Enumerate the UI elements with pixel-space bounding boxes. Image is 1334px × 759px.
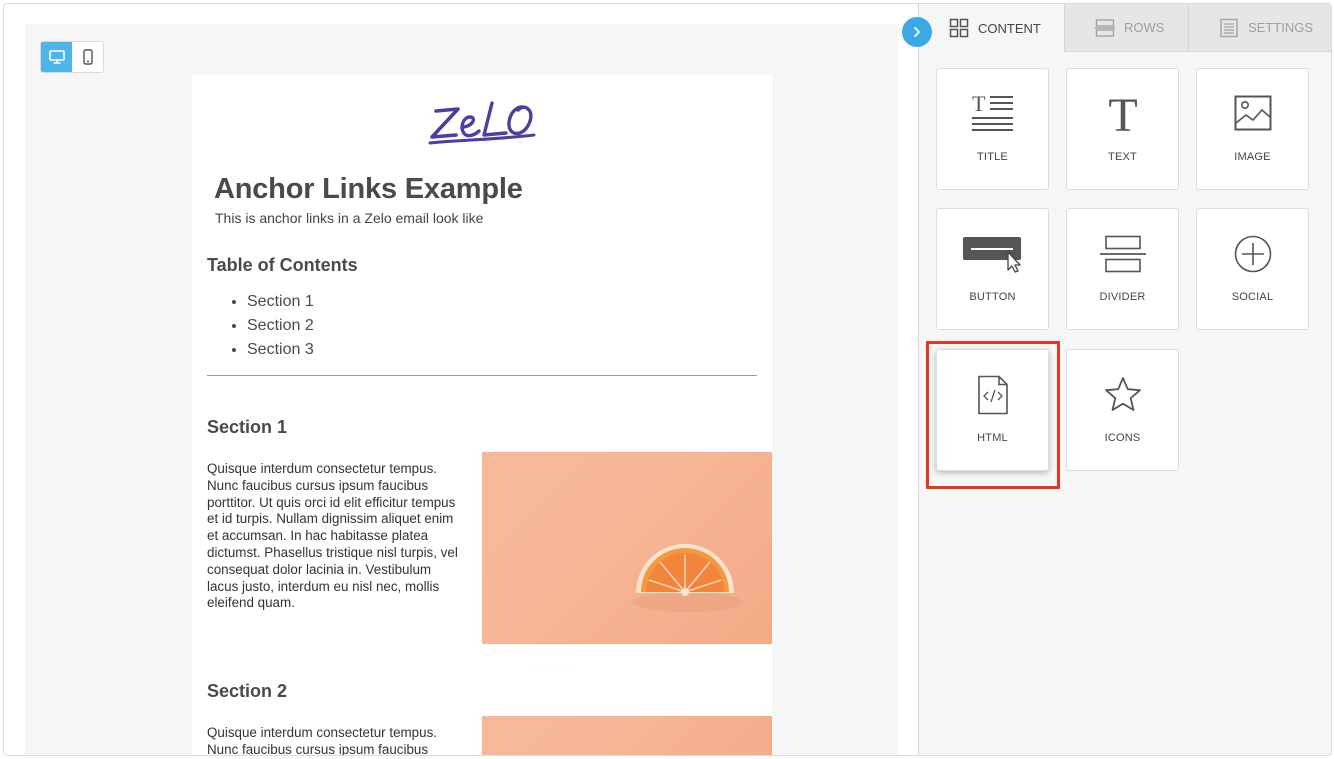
- mobile-view-button[interactable]: [72, 42, 103, 72]
- chevron-right-icon: [914, 27, 920, 37]
- tile-icons-label: ICONS: [1104, 432, 1141, 444]
- desktop-view-button[interactable]: [41, 42, 72, 72]
- section-1-body: Quisque interdum consectetur tempus. Nun…: [207, 461, 458, 611]
- mobile-icon: [82, 49, 93, 65]
- tile-button[interactable]: BUTTON: [936, 208, 1049, 330]
- tile-button-label: BUTTON: [969, 291, 1016, 303]
- svg-text:T: T: [1108, 91, 1137, 135]
- text-icon: T: [1108, 91, 1137, 135]
- orange-slice-illustration: [632, 544, 742, 612]
- divider-line: [207, 375, 757, 376]
- tile-title[interactable]: T TITLE: [936, 68, 1049, 190]
- toc-link-section-3[interactable]: Section 3: [247, 338, 314, 362]
- toc-link-section-2[interactable]: Section 2: [247, 314, 314, 338]
- email-canvas[interactable]: Anchor Links Example This is anchor link…: [192, 75, 772, 756]
- toc-heading: Table of Contents: [207, 255, 358, 275]
- device-toggle: [40, 41, 104, 73]
- tile-image-label: IMAGE: [1234, 151, 1271, 163]
- tab-settings-label: SETTINGS: [1248, 20, 1314, 35]
- preview-stage: Anchor Links Example This is anchor link…: [25, 24, 898, 755]
- toc-link-section-1[interactable]: Section 1: [247, 290, 314, 314]
- tile-icons[interactable]: ICONS: [1066, 349, 1179, 471]
- tab-content[interactable]: CONTENT: [919, 4, 1064, 52]
- social-icon: [1234, 235, 1271, 273]
- toc-list: Section 1 Section 2 Section 3: [207, 290, 314, 362]
- desktop-icon: [48, 50, 65, 64]
- settings-list-icon: [1220, 18, 1238, 37]
- editor-frame: Anchor Links Example This is anchor link…: [3, 3, 1332, 756]
- tab-rows-label: ROWS: [1124, 20, 1165, 35]
- section-2-body: Quisque interdum consectetur tempus. Nun…: [207, 725, 437, 756]
- collapse-panel-button[interactable]: [902, 17, 932, 47]
- tile-divider[interactable]: DIVIDER: [1066, 208, 1179, 330]
- tab-content-label: CONTENT: [978, 20, 1041, 36]
- tab-rows[interactable]: ROWS: [1064, 4, 1188, 52]
- section-2-heading: Section 2: [207, 681, 288, 701]
- tile-social[interactable]: SOCIAL: [1196, 208, 1309, 330]
- section-2-image[interactable]: [482, 716, 772, 755]
- rows-icon: [1095, 18, 1115, 37]
- email-title: Anchor Links Example: [214, 173, 523, 205]
- zelo-logo: [428, 101, 536, 145]
- tile-image[interactable]: IMAGE: [1196, 68, 1309, 190]
- section-1-heading: Section 1: [207, 417, 288, 437]
- star-icon: [1104, 377, 1141, 411]
- email-subtitle: This is anchor links in a Zelo email loo…: [215, 210, 484, 226]
- tile-social-label: SOCIAL: [1231, 291, 1274, 303]
- section-1-image[interactable]: [482, 452, 772, 644]
- html-tile-highlight: [926, 341, 1060, 489]
- tile-divider-label: DIVIDER: [1099, 291, 1146, 303]
- tile-title-label: TITLE: [977, 151, 1008, 163]
- title-icon: T: [971, 93, 1013, 131]
- tab-settings[interactable]: SETTINGS: [1188, 4, 1331, 52]
- tile-text-label: TEXT: [1108, 151, 1137, 163]
- tile-text[interactable]: T TEXT: [1066, 68, 1179, 190]
- image-icon: [1234, 95, 1271, 131]
- svg-text:T: T: [972, 93, 986, 116]
- panel-tabs: CONTENT ROWS SETTINGS: [919, 4, 1331, 52]
- divider-icon: [1099, 235, 1146, 273]
- button-icon: [962, 237, 1021, 273]
- grid-icon: [949, 18, 969, 38]
